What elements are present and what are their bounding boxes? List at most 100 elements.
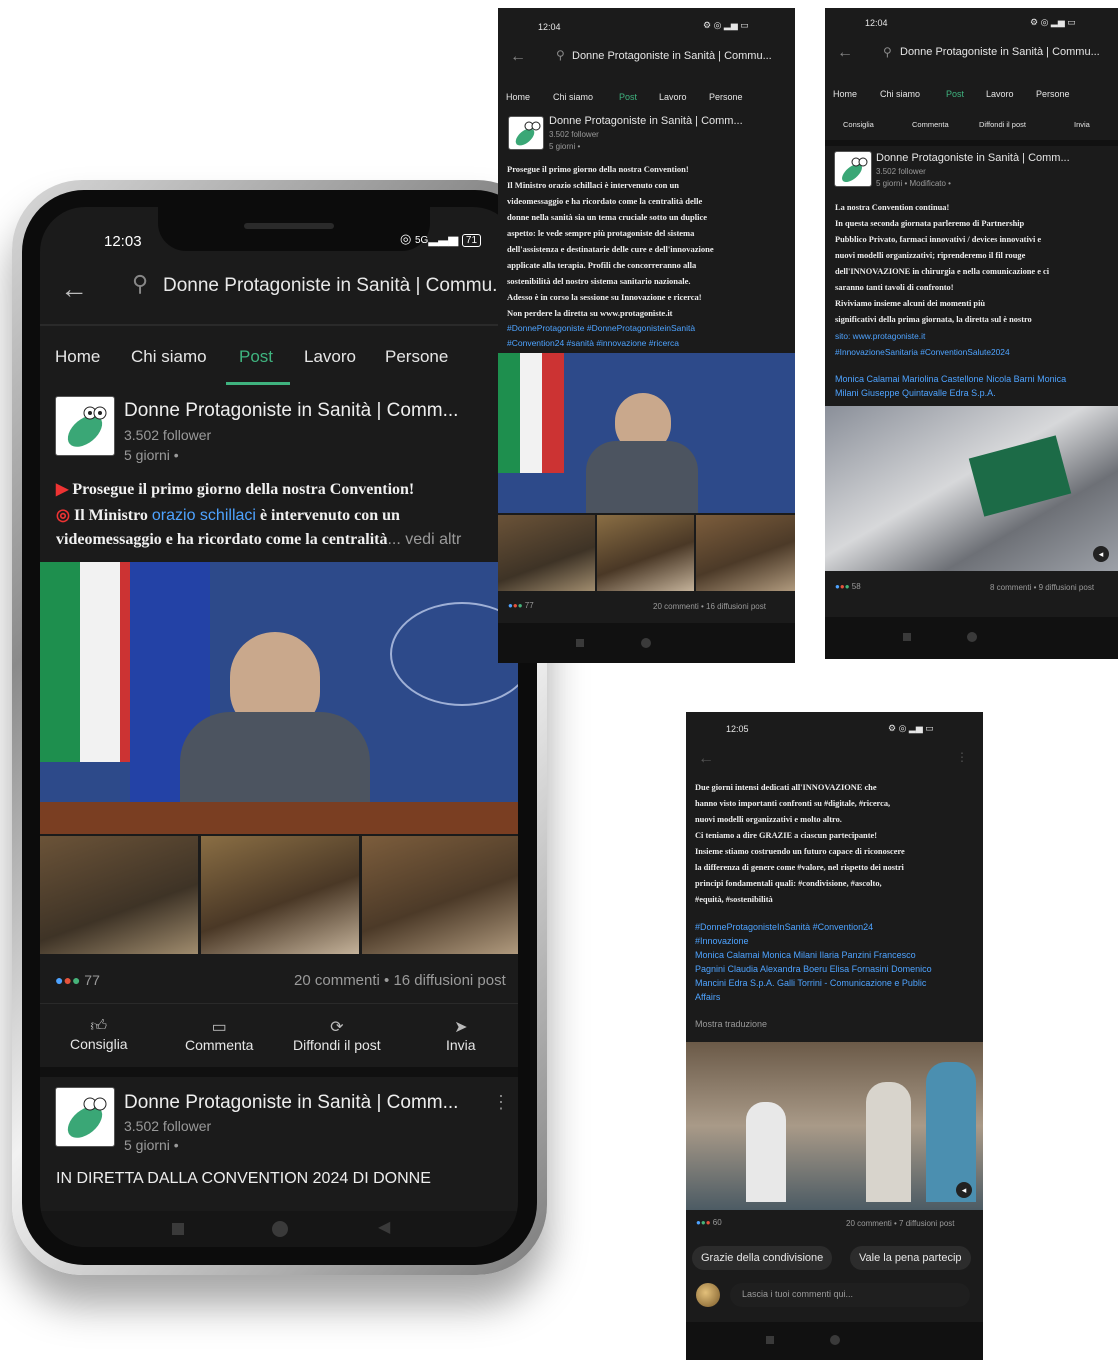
post-text-line2: ◎ Il Ministro orazio schillaci è interve… [56,507,400,524]
comment-button[interactable]: Commenta [912,120,949,129]
post-thumbnail-3[interactable] [696,515,795,591]
nav-recent-button[interactable] [903,633,911,641]
translate-link[interactable]: Mostra traduzione [695,1019,767,1029]
page-avatar[interactable] [55,396,115,456]
page-avatar[interactable] [508,116,544,150]
nav-home-button[interactable] [830,1335,840,1345]
tab-lavoro[interactable]: Lavoro [986,89,1014,99]
post-text-line3: videomessaggio e ha ricordato come la ce… [56,531,462,548]
see-more-link[interactable]: ... vedi altr [387,531,461,548]
post-thumbnail-1[interactable] [40,836,198,954]
tab-persone[interactable]: Persone [1036,89,1070,99]
post-thumbnail-2[interactable] [597,515,694,591]
post-stats[interactable]: 20 commenti • 16 diffusioni post [653,602,766,611]
post-age: 5 giorni • [549,142,581,151]
back-arrow-icon[interactable]: ← [60,273,88,305]
tab-lavoro[interactable]: Lavoro [304,347,356,367]
post-video[interactable]: ◂ [825,406,1118,571]
nav-home-button[interactable] [967,632,977,642]
screenshot-bottom: 12:05 ⚙ ◎ ▂▅ ▭ ← ⋮ Due giorni intensi de… [686,712,983,1360]
tab-chi-siamo[interactable]: Chi siamo [880,89,920,99]
post-stats[interactable]: 20 commenti • 16 diffusioni post [294,972,506,989]
back-arrow-icon[interactable]: ← [510,48,526,66]
like-button[interactable]: 👍︎ Consiglia [70,1017,128,1052]
post2-text: IN DIRETTA DALLA CONVENTION 2024 DI DONN… [56,1170,431,1187]
hashtags[interactable]: #DonneProtagoniste #DonneProtagonisteinS… [507,321,695,351]
tab-home[interactable]: Home [55,347,100,367]
comment-button[interactable]: ▭ Commenta [185,1017,253,1053]
tab-chi-siamo[interactable]: Chi siamo [131,347,207,367]
tab-persone[interactable]: Persone [385,347,448,367]
mute-icon[interactable]: ◂ [956,1182,972,1198]
post-video[interactable] [498,353,795,513]
reaction-icons[interactable]: ●●● 58 [835,582,861,591]
suggested-reply-chip-1[interactable]: Grazie della condivisione [692,1246,833,1270]
like-button[interactable]: Consiglia [843,120,874,129]
suggested-reply-chip-2[interactable]: Vale la pena partecip [850,1246,971,1270]
post-author[interactable]: Donne Protagoniste in Sanità | Comm... [549,115,743,127]
post-video-main[interactable] [40,562,518,834]
nav-back-button[interactable]: ◀ [378,1217,390,1237]
mentions[interactable]: Monica Calamai Monica Milani Ilaria Panz… [695,948,932,1004]
status-time: 12:05 [726,724,749,734]
reaction-count: 77 [84,972,100,988]
tab-post[interactable]: Post [619,92,637,102]
post-age: 5 giorni • Modificato • [876,179,951,188]
tab-post[interactable]: Post [239,347,273,367]
nav-recent-button[interactable] [766,1336,774,1344]
post-video[interactable]: ◂ [686,1042,983,1210]
search-title[interactable]: Donne Protagoniste in Sanità | Commu... [572,50,772,62]
hashtags[interactable]: #DonneProtagonisteInSanità #Convention24… [695,920,873,948]
screenshot-top-right: 12:04 ⚙ ◎ ▂▅ ▭ ← ⚲ Donne Protagoniste in… [825,8,1118,659]
tab-home[interactable]: Home [833,89,857,99]
page-avatar[interactable] [834,151,872,187]
reaction-icons[interactable]: ●●● 60 [696,1218,722,1227]
reaction-icons[interactable]: ●●● 77 [508,601,534,610]
more-options-icon[interactable]: ⋮ [956,750,968,764]
search-title[interactable]: Donne Protagoniste in Sanità | Commu... [900,46,1100,58]
repost-button[interactable]: Diffondi il post [979,120,1026,129]
send-button[interactable]: Invia [1074,120,1090,129]
screenshot-top-middle: 12:04 ⚙ ◎ ▂▅ ▭ ← ⚲ Donne Protagoniste in… [498,8,795,663]
post-stats[interactable]: 8 commenti • 9 diffusioni post [990,583,1094,592]
search-icon[interactable]: ⚲ [883,45,892,59]
back-arrow-icon[interactable]: ← [698,750,714,768]
post2-followers: 3.502 follower [124,1118,212,1134]
back-arrow-icon[interactable]: ← [837,44,853,62]
tab-chi-siamo[interactable]: Chi siamo [553,92,593,102]
mention-link[interactable]: orazio schillaci [152,507,256,524]
post-text-line1: ▶ Prosegue il primo giorno della nostra … [56,481,415,498]
send-button[interactable]: ➤ Invia [446,1017,476,1053]
repost-button[interactable]: ⟳ Diffondi il post [293,1017,381,1053]
tab-active-underline [226,382,290,385]
mentions[interactable]: Monica Calamai Mariolina Castellone Nico… [835,372,1066,400]
more-options-icon[interactable]: ⋮ [492,1092,510,1113]
system-nav-bar [498,623,795,663]
battery-indicator: 71 [461,234,482,247]
post-stats[interactable]: 20 commenti • 7 diffusioni post [846,1219,955,1228]
search-icon[interactable]: ⚲ [132,271,148,297]
tab-post[interactable]: Post [946,89,964,99]
page-avatar-2[interactable] [55,1087,115,1147]
tab-persone[interactable]: Persone [709,92,743,102]
status-icons: ⚙ ◎ ▂▅ ▭ [1030,17,1076,27]
nav-recent-button[interactable] [172,1223,184,1235]
post-thumbnail-3[interactable] [362,836,518,954]
tab-lavoro[interactable]: Lavoro [659,92,687,102]
reaction-icons[interactable]: ●●● 77 [55,972,100,988]
post-author[interactable]: Donne Protagoniste in Sanità | Comm... [124,400,458,422]
comment-input[interactable]: Lascia i tuoi commenti qui... [730,1283,970,1307]
mute-icon[interactable]: ◂ [1093,546,1109,562]
status-time: 12:04 [538,22,561,32]
search-title[interactable]: Donne Protagoniste in Sanità | Commu... [163,275,508,297]
post-thumbnail-2[interactable] [201,836,359,954]
post-body: La nostra Convention continua! In questa … [835,203,1050,357]
nav-home-button[interactable] [641,638,651,648]
post-thumbnail-1[interactable] [498,515,595,591]
tab-home[interactable]: Home [506,92,530,102]
post2-author[interactable]: Donne Protagoniste in Sanità | Comm... [124,1092,458,1114]
nav-home-button[interactable] [272,1221,288,1237]
nav-recent-button[interactable] [576,639,584,647]
search-icon[interactable]: ⚲ [556,48,565,62]
post-author[interactable]: Donne Protagoniste in Sanità | Comm... [876,152,1070,164]
